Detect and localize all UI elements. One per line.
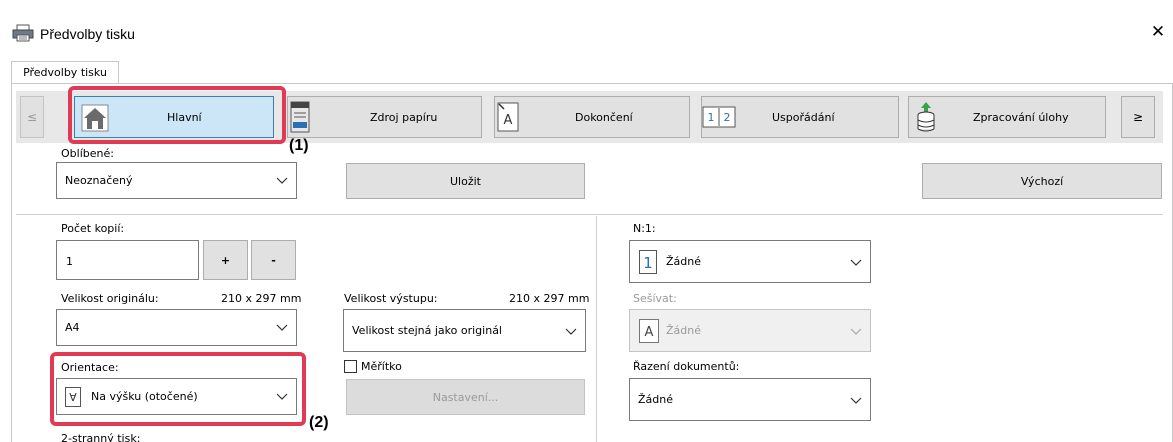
default-button[interactable]: Výchozí — [922, 163, 1162, 199]
copies-minus-button[interactable]: - — [251, 240, 296, 280]
layout-icon: 1 2 — [702, 106, 736, 131]
staple-value: Žádné — [666, 324, 701, 337]
favorites-label: Oblíbené: — [61, 147, 114, 160]
original-size-label: Velikost originálu: — [61, 292, 159, 305]
copies-input[interactable]: 1 — [56, 240, 199, 280]
column-divider — [596, 216, 597, 442]
nav-next-label: ≥ — [1132, 110, 1144, 124]
scale-settings-button[interactable]: Nastavení... — [346, 379, 585, 415]
title-bar — [0, 0, 1173, 44]
svg-text:1: 1 — [708, 111, 715, 124]
nav-item-label: Dokončení — [575, 111, 633, 124]
paper-tray-icon — [288, 100, 312, 137]
svg-text:A: A — [504, 113, 513, 128]
nup-icon: 1 — [639, 250, 657, 277]
nav-prev-label: ≤ — [26, 110, 38, 124]
staple-icon: A — [639, 319, 659, 346]
finishing-icon: A — [497, 102, 519, 135]
favorites-select[interactable]: Neoznačený — [56, 162, 297, 199]
svg-text:1: 1 — [643, 254, 653, 272]
copies-value: 1 — [66, 255, 73, 268]
chevron-down-icon — [850, 256, 862, 268]
close-icon[interactable]: ✕ — [1148, 22, 1168, 42]
nav-item-finishing[interactable]: A Dokončení — [494, 96, 690, 138]
sort-label: Řazení dokumentů: — [633, 360, 740, 373]
nav-next-button[interactable]: ≥ — [1121, 96, 1155, 138]
nup-select[interactable]: 1 Žádné — [629, 240, 871, 283]
staple-select[interactable]: A Žádné — [629, 309, 871, 352]
minus-label: - — [271, 253, 276, 267]
nup-value: Žádné — [666, 255, 701, 268]
original-size-select[interactable]: A4 — [56, 309, 297, 346]
scale-label: Měřítko — [361, 360, 402, 373]
nav-item-label: Zpracování úlohy — [973, 111, 1069, 124]
nav-item-layout[interactable]: 1 2 Uspořádání — [701, 96, 899, 138]
plus-label: + — [220, 253, 231, 267]
scale-checkbox[interactable] — [344, 360, 357, 373]
nav-prev-button[interactable]: ≤ — [20, 96, 44, 138]
nav-item-job-handling[interactable]: Zpracování úlohy — [908, 96, 1106, 138]
svg-text:2: 2 — [724, 111, 731, 124]
original-size-value: A4 — [65, 321, 80, 334]
staple-label: Sešívat: — [633, 292, 677, 305]
output-size-label: Velikost výstupu: — [344, 292, 438, 305]
chevron-down-icon — [565, 325, 577, 337]
copies-plus-button[interactable]: + — [203, 240, 248, 280]
nup-label: N:1: — [633, 222, 656, 235]
sort-value: Žádné — [638, 393, 673, 406]
settings-button-label: Nastavení... — [432, 390, 499, 404]
chevron-down-icon — [276, 174, 288, 186]
job-handling-icon — [915, 101, 937, 136]
printer-icon — [12, 24, 34, 42]
tab-print-preferences[interactable]: Předvolby tisku — [11, 61, 119, 83]
output-size-dims: 210 x 297 mm — [509, 292, 590, 305]
copies-label: Počet kopií: — [61, 222, 125, 235]
window-title: Předvolby tisku — [40, 26, 135, 42]
section-divider — [16, 214, 1163, 215]
favorites-value: Neoznačený — [65, 174, 133, 187]
output-size-value: Velikost stejná jako originál — [352, 324, 502, 337]
chevron-down-icon — [850, 394, 862, 406]
nav-item-paper-source[interactable]: Zdroj papíru — [287, 96, 482, 138]
save-button[interactable]: Uložit — [346, 163, 585, 199]
output-size-select[interactable]: Velikost stejná jako originál — [343, 309, 586, 352]
highlight-orientation — [50, 352, 306, 426]
svg-text:A: A — [645, 325, 654, 340]
callout-1: (1) — [289, 137, 309, 154]
duplex-label: 2-stranný tisk: — [61, 432, 141, 442]
save-button-label: Uložit — [450, 174, 481, 188]
nav-item-label: Zdroj papíru — [370, 111, 438, 124]
chevron-down-icon — [850, 325, 862, 337]
nav-item-label: Uspořádání — [772, 111, 835, 124]
callout-2: (2) — [309, 414, 329, 431]
default-button-label: Výchozí — [1020, 174, 1064, 188]
chevron-down-icon — [276, 321, 288, 333]
highlight-main-tab — [68, 86, 286, 144]
sort-select[interactable]: Žádné — [629, 378, 871, 421]
original-size-dims: 210 x 297 mm — [221, 292, 302, 305]
